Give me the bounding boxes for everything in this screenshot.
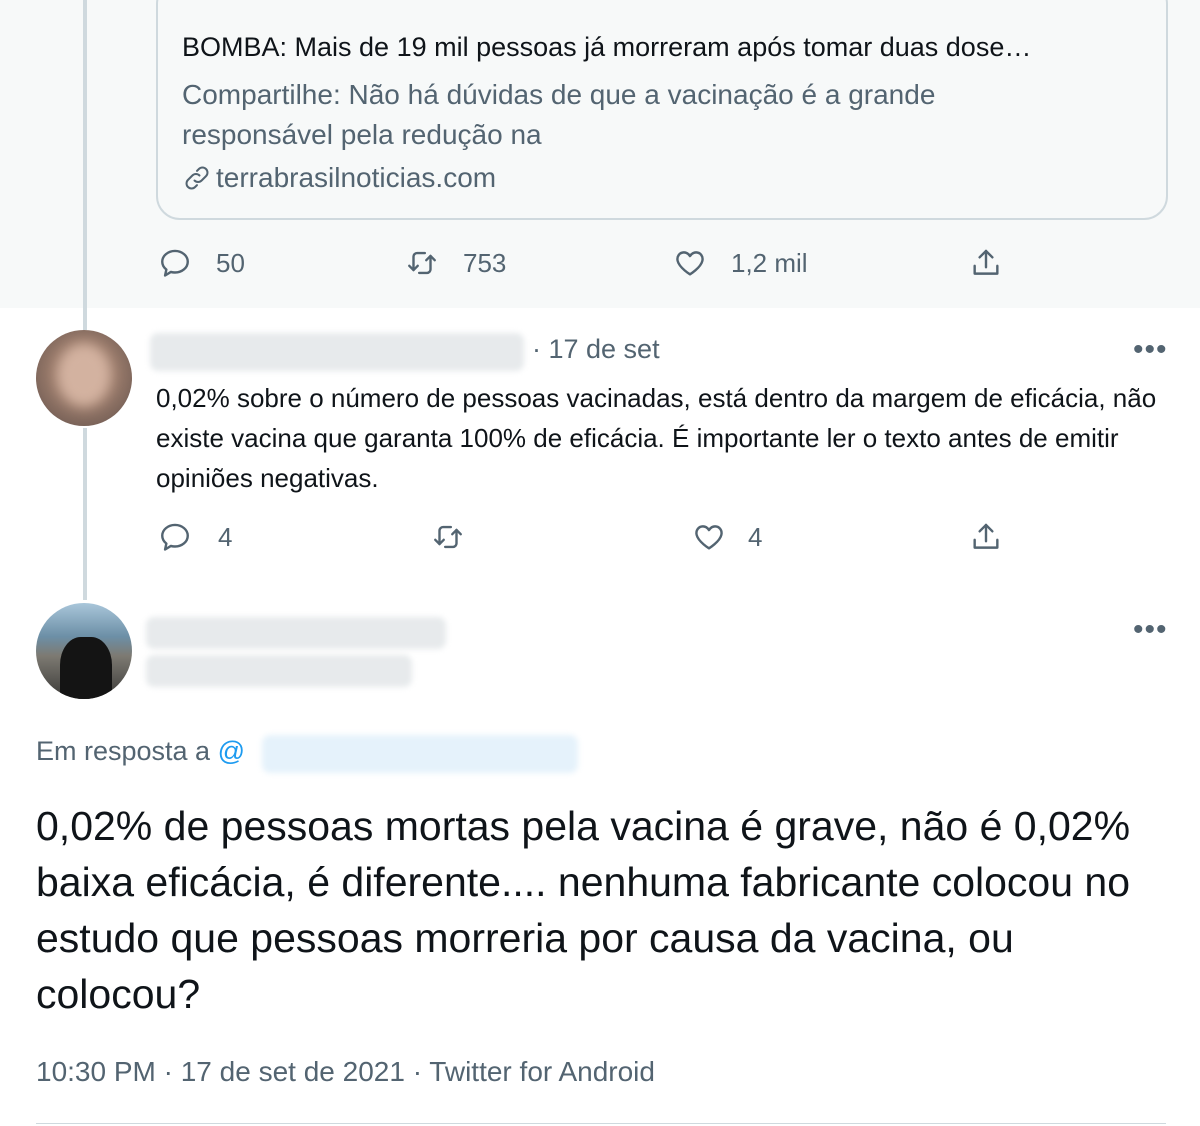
avatar[interactable] — [36, 603, 132, 699]
in-reply-to: Em resposta a @ — [36, 736, 245, 767]
share-icon — [973, 523, 999, 549]
like-count: 1,2 mil — [731, 247, 808, 278]
like-count: 4 — [748, 521, 763, 552]
retweet-icon — [408, 251, 436, 275]
like-button[interactable]: 4 — [692, 520, 762, 554]
reply-icon — [161, 249, 189, 277]
reply-count: 4 — [218, 521, 233, 552]
card-domain: terrabrasilnoticias.com — [182, 162, 496, 194]
quoted-tweet-area: BOMBA: Mais de 19 mil pessoas já morrera… — [0, 0, 1200, 308]
reply-action-bar: 4 4 — [0, 520, 1200, 560]
like-icon — [695, 525, 723, 550]
card-title: BOMBA: Mais de 19 mil pessoas já morrera… — [182, 32, 1032, 62]
blurred-username[interactable] — [150, 333, 524, 371]
reply-button[interactable]: 4 — [158, 520, 232, 554]
reply-icon — [161, 523, 189, 551]
tweet-text: 0,02% sobre o número de pessoas vacinada… — [156, 383, 1157, 493]
blurred-handle[interactable] — [146, 655, 412, 687]
thread-line — [83, 428, 87, 600]
thread-line — [83, 0, 87, 330]
link-icon — [185, 166, 209, 190]
tweet-metadata[interactable]: 10:30 PM · 17 de set de 2021 · Twitter f… — [36, 1056, 655, 1088]
card-domain-text: terrabrasilnoticias.com — [216, 162, 497, 193]
more-icon[interactable]: ••• — [1133, 335, 1168, 365]
link-preview-card[interactable]: BOMBA: Mais de 19 mil pessoas já morrera… — [156, 0, 1168, 220]
in-reply-prefix: Em resposta a — [36, 736, 211, 766]
share-button[interactable] — [969, 246, 1003, 280]
blurred-display-name[interactable] — [146, 617, 446, 649]
card-description: Compartilhe: Não há dúvidas de que a vac… — [182, 79, 936, 150]
tweet-date[interactable]: · 17 de set — [532, 334, 660, 365]
like-icon — [676, 251, 704, 276]
divider — [36, 1123, 1166, 1124]
reply-count: 50 — [216, 247, 245, 278]
retweet-icon — [434, 525, 462, 549]
mention-link[interactable]: @ — [218, 736, 245, 766]
like-button[interactable]: 1,2 mil — [673, 246, 808, 280]
avatar[interactable] — [36, 330, 132, 426]
main-tweet-text: 0,02% de pessoas mortas pela vacina é gr… — [36, 803, 1131, 1017]
share-icon — [973, 249, 999, 275]
top-action-bar: 50 753 1,2 mil — [0, 246, 1200, 286]
retweet-button[interactable]: 753 — [405, 246, 506, 280]
blurred-mention[interactable] — [262, 735, 578, 773]
retweet-button[interactable] — [431, 520, 465, 554]
reply-button[interactable]: 50 — [158, 246, 245, 280]
more-icon[interactable]: ••• — [1133, 615, 1168, 645]
retweet-count: 753 — [463, 247, 507, 278]
share-button[interactable] — [969, 520, 1003, 554]
